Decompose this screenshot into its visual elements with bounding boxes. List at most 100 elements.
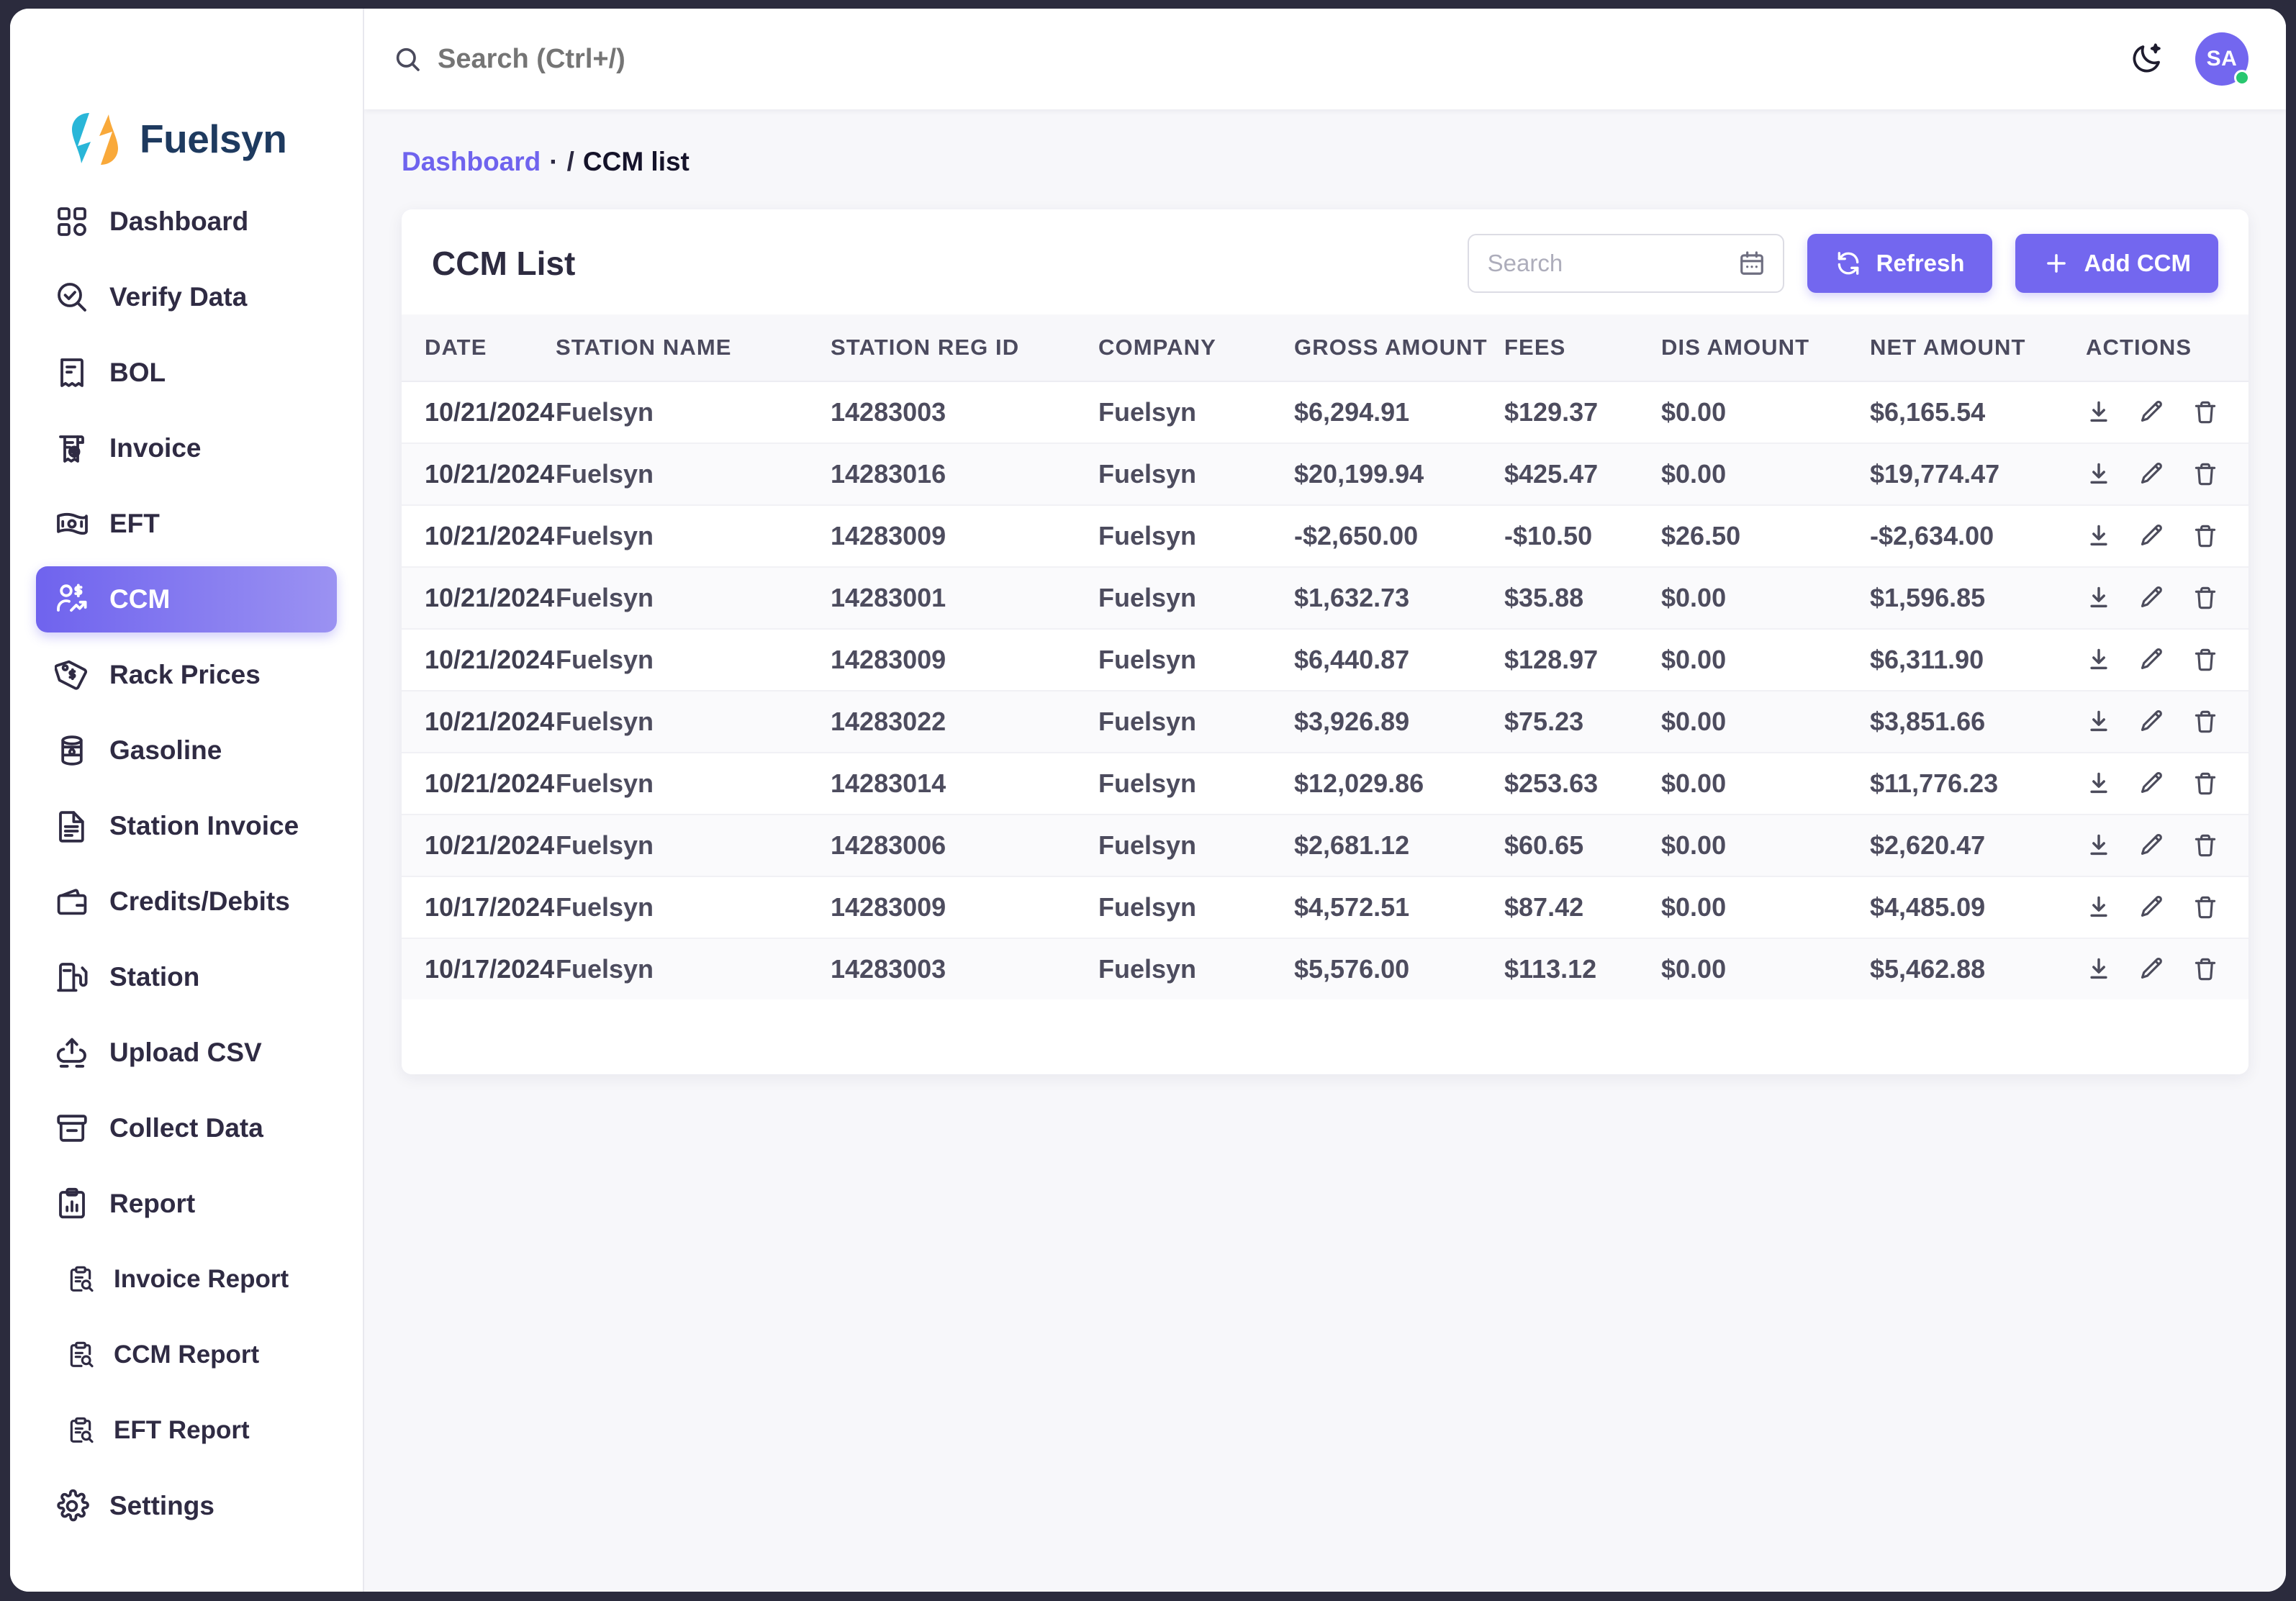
cell-dis-amount: $0.00 (1661, 753, 1870, 815)
cell-date: 10/21/2024 (402, 505, 556, 568)
table-row[interactable]: 10/21/2024 Fuelsyn 14283009 Fuelsyn -$2,650.… (402, 505, 2248, 568)
delete-icon[interactable] (2192, 771, 2218, 797)
cell-net-amount: $1,596.85 (1870, 567, 2086, 630)
cell-company: Fuelsyn (1098, 381, 1294, 444)
table-search-input[interactable] (1487, 250, 1738, 277)
sidebar-item-verify-data[interactable]: Verify Data (36, 264, 337, 330)
sidebar-item-ccm[interactable]: CCM (36, 566, 337, 632)
cell-gross-amount: $1,632.73 (1294, 567, 1504, 630)
receipt-dollar-icon (55, 431, 89, 466)
download-icon[interactable] (2086, 833, 2112, 858)
delete-icon[interactable] (2192, 647, 2218, 673)
global-search[interactable] (393, 43, 2129, 75)
table-row[interactable]: 10/21/2024 Fuelsyn 14283003 Fuelsyn $6,294.9… (402, 381, 2248, 444)
cell-actions (2086, 815, 2248, 877)
refresh-button[interactable]: Refresh (1807, 234, 1992, 293)
download-icon[interactable] (2086, 647, 2112, 673)
column-header-station-reg-id: STATION REG ID (831, 314, 1098, 382)
table-body: 10/21/2024 Fuelsyn 14283003 Fuelsyn $6,294.9… (402, 381, 2248, 999)
table-row[interactable]: 10/17/2024 Fuelsyn 14283009 Fuelsyn $4,572.5… (402, 876, 2248, 939)
edit-icon[interactable] (2139, 647, 2165, 673)
sidebar-item-invoice[interactable]: Invoice (36, 415, 337, 481)
cell-station-reg-id: 14283009 (831, 505, 1098, 568)
delete-icon[interactable] (2192, 833, 2218, 858)
delete-icon[interactable] (2192, 956, 2218, 982)
brand-logo[interactable]: Fuelsyn (10, 9, 363, 189)
download-icon[interactable] (2086, 585, 2112, 611)
table-row[interactable]: 10/21/2024 Fuelsyn 14283006 Fuelsyn $2,681.1… (402, 815, 2248, 877)
edit-icon[interactable] (2139, 461, 2165, 487)
table-row[interactable]: 10/21/2024 Fuelsyn 14283009 Fuelsyn $6,440.8… (402, 629, 2248, 691)
sidebar-item-settings[interactable]: Settings (36, 1473, 337, 1539)
column-header-net-amount: NET AMOUNT (1870, 314, 2086, 382)
download-icon[interactable] (2086, 523, 2112, 549)
card-toolbar: Refresh Add CCM (1467, 234, 2218, 293)
sidebar-item-report[interactable]: Report (36, 1171, 337, 1237)
delete-icon[interactable] (2192, 585, 2218, 611)
sidebar-item-dashboard[interactable]: Dashboard (36, 189, 337, 255)
sidebar-item-station-invoice[interactable]: Station Invoice (36, 793, 337, 859)
avatar[interactable]: SA (2195, 32, 2250, 86)
delete-icon[interactable] (2192, 399, 2218, 425)
download-icon[interactable] (2086, 709, 2112, 735)
edit-icon[interactable] (2139, 833, 2165, 858)
delete-icon[interactable] (2192, 461, 2218, 487)
download-icon[interactable] (2086, 771, 2112, 797)
edit-icon[interactable] (2139, 709, 2165, 735)
download-icon[interactable] (2086, 894, 2112, 920)
cell-actions (2086, 505, 2248, 568)
delete-icon[interactable] (2192, 523, 2218, 549)
cell-date: 10/21/2024 (402, 815, 556, 877)
global-search-input[interactable] (438, 43, 2129, 75)
table-row[interactable]: 10/21/2024 Fuelsyn 14283001 Fuelsyn $1,632.7… (402, 567, 2248, 630)
breadcrumb-dashboard[interactable]: Dashboard (402, 147, 541, 177)
edit-icon[interactable] (2139, 894, 2165, 920)
oil-barrel-icon (55, 733, 89, 768)
sidebar-item-bol[interactable]: BOL (36, 340, 337, 406)
download-icon[interactable] (2086, 461, 2112, 487)
row-actions (2086, 399, 2248, 425)
sidebar-item-rack-prices[interactable]: Rack Prices (36, 642, 337, 708)
download-icon[interactable] (2086, 399, 2112, 425)
delete-icon[interactable] (2192, 709, 2218, 735)
download-icon[interactable] (2086, 956, 2112, 982)
edit-icon[interactable] (2139, 956, 2165, 982)
cell-company: Fuelsyn (1098, 505, 1294, 568)
sidebar-item-collect-data[interactable]: Collect Data (36, 1095, 337, 1161)
sidebar-item-label: Report (109, 1189, 196, 1218)
sidebar-item-credits-debits[interactable]: Credits/Debits (36, 868, 337, 935)
edit-icon[interactable] (2139, 771, 2165, 797)
cell-fees: $87.42 (1504, 876, 1661, 939)
cell-date: 10/17/2024 (402, 876, 556, 939)
cell-station-reg-id: 14283009 (831, 629, 1098, 691)
cell-net-amount: $19,774.47 (1870, 443, 2086, 506)
table-row[interactable]: 10/21/2024 Fuelsyn 14283022 Fuelsyn $3,926.8… (402, 691, 2248, 753)
moon-icon[interactable] (2129, 42, 2164, 76)
column-header-station-name: STATION NAME (556, 314, 831, 382)
add-ccm-button[interactable]: Add CCM (2015, 234, 2218, 293)
row-actions (2086, 771, 2248, 797)
sidebar-item-eft-report[interactable]: EFT Report (36, 1397, 337, 1464)
table-row[interactable]: 10/17/2024 Fuelsyn 14283003 Fuelsyn $5,576.0… (402, 938, 2248, 999)
cell-station-reg-id: 14283022 (831, 691, 1098, 753)
sidebar-item-label: Invoice Report (114, 1265, 289, 1293)
cell-gross-amount: $20,199.94 (1294, 443, 1504, 506)
sidebar-item-eft[interactable]: EFT (36, 491, 337, 557)
sidebar-item-gasoline[interactable]: Gasoline (36, 717, 337, 784)
table-search[interactable] (1467, 234, 1784, 293)
table-row[interactable]: 10/21/2024 Fuelsyn 14283016 Fuelsyn $20,199.… (402, 443, 2248, 506)
cell-station-name: Fuelsyn (556, 876, 831, 939)
calendar-icon[interactable] (1738, 250, 1766, 277)
delete-icon[interactable] (2192, 894, 2218, 920)
column-header-dis-amount: DIS AMOUNT (1661, 314, 1870, 382)
sidebar-item-label: Verify Data (109, 282, 248, 312)
edit-icon[interactable] (2139, 585, 2165, 611)
cell-company: Fuelsyn (1098, 567, 1294, 630)
edit-icon[interactable] (2139, 399, 2165, 425)
edit-icon[interactable] (2139, 523, 2165, 549)
sidebar-item-upload-csv[interactable]: Upload CSV (36, 1020, 337, 1086)
sidebar-item-ccm-report[interactable]: CCM Report (36, 1322, 337, 1388)
table-row[interactable]: 10/21/2024 Fuelsyn 14283014 Fuelsyn $12,029.… (402, 753, 2248, 815)
sidebar-item-station[interactable]: Station (36, 944, 337, 1010)
sidebar-item-invoice-report[interactable]: Invoice Report (36, 1246, 337, 1312)
